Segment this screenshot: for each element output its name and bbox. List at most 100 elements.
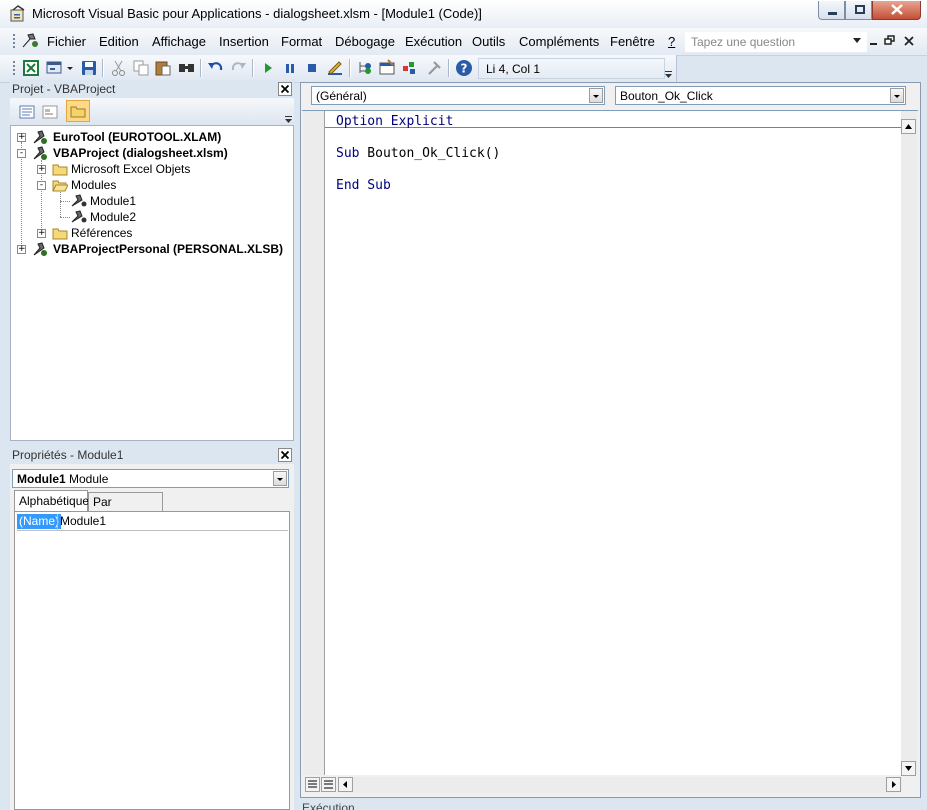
mdi-close-icon[interactable] [903,35,915,47]
minimize-button[interactable] [818,1,845,20]
properties-pane-close-button[interactable] [278,448,292,462]
maximize-button[interactable] [845,1,872,20]
menu-debogage[interactable]: Débogage [335,34,395,49]
find-icon[interactable] [178,59,196,77]
toolbar-options-icon[interactable] [665,71,673,79]
undo-icon[interactable] [207,59,225,77]
close-icon [891,4,903,15]
toolbar-separator [200,59,201,77]
tree-item-module1[interactable]: Module1 [90,194,136,208]
copy-icon[interactable] [132,59,150,77]
svg-text:?: ? [461,62,468,76]
horizontal-scrollbar[interactable] [338,777,902,793]
view-code-icon[interactable] [18,103,36,121]
tree-item-module2[interactable]: Module2 [90,210,136,224]
scroll-right-button[interactable] [886,777,901,792]
expand-toggle[interactable]: - [17,149,26,158]
menu-affichage[interactable]: Affichage [152,34,206,49]
object-selector[interactable]: Module1 Module [12,469,289,488]
save-icon[interactable] [80,59,98,77]
code-line-sub[interactable]: Sub Bouton_Ok_Click() [336,146,500,161]
help-icon[interactable]: ? [455,59,473,77]
tree-item-eurotool[interactable]: EuroTool (EUROTOOL.XLAM) [53,130,221,144]
insert-dropdown-icon[interactable] [67,67,73,71]
menu-execution[interactable]: Exécution [405,34,462,49]
full-module-view-icon [324,780,333,789]
procedure-combo[interactable]: Bouton_Ok_Click [615,86,906,105]
chevron-down-icon [273,471,287,486]
menu-complements[interactable]: Compléments [519,34,599,49]
arrow-right-icon [892,781,896,788]
vba-project-icon [33,242,47,256]
close-icon [280,450,290,460]
menu-fenetre[interactable]: Fenêtre [610,34,655,49]
menu-help[interactable]: ? [668,34,675,49]
menu-fichier[interactable]: Fichier [47,34,86,49]
pane-toolbar-options-icon[interactable] [285,116,293,124]
code-line-option-explicit[interactable]: Option Explicit [336,114,453,129]
tab-par-categorie[interactable]: Par catégorie [88,492,163,523]
scroll-left-button[interactable] [338,777,353,792]
tree-line [60,217,70,218]
view-object-icon[interactable] [41,103,59,121]
expand-toggle[interactable]: - [37,181,46,190]
vba-menu-icon[interactable] [20,31,42,51]
run-icon[interactable] [259,59,277,77]
tree-item-excel-objects[interactable]: Microsoft Excel Objets [71,162,190,176]
property-row[interactable]: (Name) Module1 [17,514,288,531]
toolbar-grip[interactable] [12,60,16,77]
menu-edition[interactable]: Edition [99,34,139,49]
procedure-view-button[interactable] [305,777,320,792]
menubar-grip[interactable] [12,33,16,50]
reset-icon[interactable] [303,59,321,77]
properties-grid [14,511,290,810]
project-pane-close-button[interactable] [278,82,292,96]
expand-toggle[interactable]: + [17,245,26,254]
redo-icon[interactable] [229,59,247,77]
property-value[interactable]: Module1 [57,514,106,530]
paste-icon[interactable] [154,59,172,77]
tree-item-vbaproject[interactable]: VBAProject (dialogsheet.xlsm) [53,146,228,160]
full-module-view-button[interactable] [321,777,336,792]
project-explorer-icon[interactable] [356,59,374,77]
procedure-view-icon [308,780,317,788]
expand-toggle[interactable]: + [17,133,26,142]
insert-userform-icon[interactable] [46,59,64,77]
object-combo[interactable]: (Général) [311,86,605,105]
property-name: (Name) [17,514,62,529]
code-line-end-sub[interactable]: End Sub [336,178,391,193]
scroll-up-button[interactable] [901,119,916,134]
tree-item-personal[interactable]: VBAProjectPersonal (PERSONAL.XLSB) [53,242,283,256]
menu-outils[interactable]: Outils [472,34,505,49]
excel-view-icon[interactable] [22,59,40,77]
title-bar: Microsoft Visual Basic pour Applications… [0,0,927,29]
ask-question-input[interactable]: Tapez une question [685,32,867,52]
object-browser-icon[interactable] [401,59,419,77]
window-title: Microsoft Visual Basic pour Applications… [32,6,482,21]
mdi-minimize-icon[interactable] [869,36,879,46]
question-dropdown-icon[interactable] [853,38,861,44]
expand-toggle[interactable]: + [37,229,46,238]
menu-insertion[interactable]: Insertion [219,34,269,49]
properties-window-icon[interactable] [378,59,396,77]
close-window-button[interactable] [872,1,921,20]
design-mode-icon[interactable] [326,59,344,77]
folder-icon [52,228,68,240]
scroll-down-button[interactable] [901,761,916,776]
menu-format[interactable]: Format [281,34,322,49]
cut-icon[interactable] [110,59,128,77]
cursor-position: Li 4, Col 1 [478,58,665,79]
mdi-restore-icon[interactable] [884,35,896,47]
tab-alphabetique[interactable]: Alphabétique [14,490,89,512]
vertical-scrollbar[interactable] [901,111,917,776]
tree-item-references[interactable]: Références [71,226,132,240]
toolbox-icon[interactable] [426,59,444,77]
break-icon[interactable] [281,59,299,77]
chevron-down-icon [589,88,603,103]
expand-toggle[interactable]: + [37,165,46,174]
code-editor[interactable] [325,111,901,775]
toolbar-separator [252,59,253,77]
toggle-folders-button[interactable] [66,100,90,122]
tree-item-modules[interactable]: Modules [71,178,116,192]
margin-indicator-bar[interactable] [303,111,325,775]
